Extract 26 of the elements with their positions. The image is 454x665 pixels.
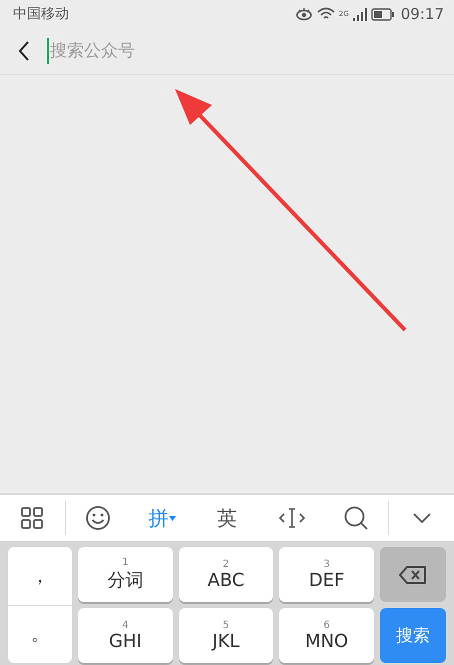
input-mode-tab[interactable]: 英 — [215, 504, 240, 532]
text-cursor — [47, 38, 49, 64]
eye-icon — [294, 7, 313, 21]
carrier-name: 中国移动 — [13, 5, 69, 23]
backspace-icon — [399, 566, 427, 584]
search-icon[interactable] — [343, 505, 370, 531]
chevron-down-icon[interactable] — [412, 513, 431, 523]
punctuation-key[interactable]: ， — [8, 547, 72, 604]
keyboard-key[interactable]: 5 JKL — [178, 608, 274, 663]
battery-icon — [370, 8, 395, 20]
clock-time: 09:17 — [400, 5, 444, 23]
keyboard-key[interactable]: 1 分词 — [78, 547, 173, 602]
search-field[interactable]: 搜索公众号 — [49, 41, 350, 61]
grid-icon[interactable] — [20, 506, 44, 530]
backspace-key[interactable] — [380, 547, 446, 602]
punctuation-key[interactable]: 。 — [8, 604, 72, 663]
wifi-icon — [316, 7, 335, 21]
keyboard-key[interactable]: 2 ABC — [178, 547, 274, 602]
keyboard-key[interactable]: 3 DEF — [279, 547, 374, 602]
signal-icon — [352, 8, 367, 20]
keyboard-key[interactable]: 6 MNO — [279, 608, 374, 663]
back-icon[interactable] — [17, 40, 31, 62]
cursor-move-icon[interactable] — [278, 507, 305, 529]
dropdown-triangle-icon — [169, 516, 176, 520]
keyboard-key[interactable]: 4 GHI — [78, 608, 173, 663]
smiley-icon[interactable] — [84, 505, 111, 531]
